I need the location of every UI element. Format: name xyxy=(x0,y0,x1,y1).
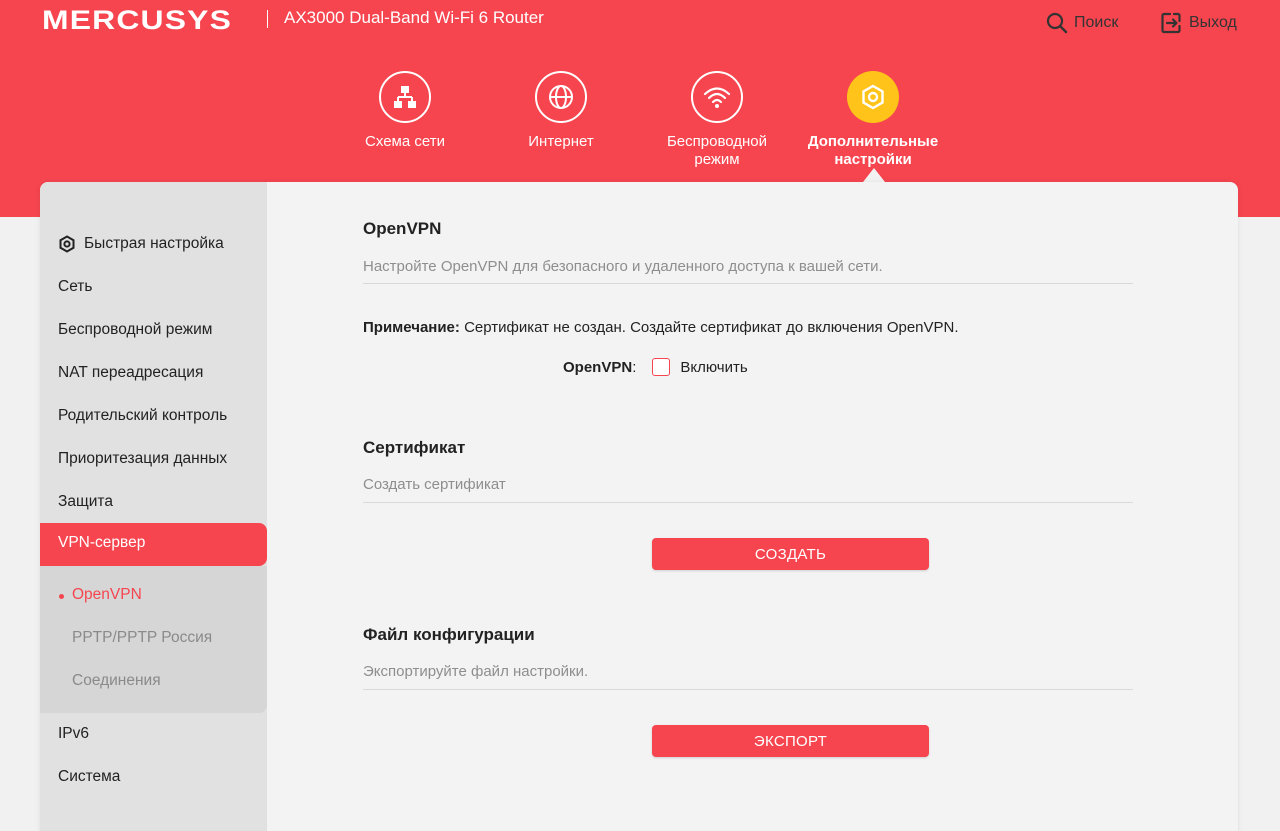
sidebar-item-parental-control[interactable]: Родительский контроль xyxy=(58,405,227,427)
sidebar-item-system[interactable]: Система xyxy=(58,766,120,788)
brand-logo[interactable]: MERCUSYS xyxy=(42,5,232,36)
certificate-section-title: Сертификат xyxy=(363,438,466,457)
config-section-title: Файл конфигурации xyxy=(363,625,535,644)
openvpn-field-label: OpenVPN xyxy=(563,358,633,376)
gear-icon xyxy=(862,84,884,110)
sidebar-item-wireless[interactable]: Беспроводной режим xyxy=(58,319,212,341)
sidebar-item-label: Система xyxy=(58,768,121,785)
nav-network-map-label: Схема сети xyxy=(365,133,445,150)
sidebar-item-ipv6[interactable]: IPv6 xyxy=(58,723,89,745)
sidebar-item-qos[interactable]: Приоритезация данных xyxy=(58,448,227,470)
nav-wireless-label: Беспроводной режим xyxy=(666,133,768,168)
enable-label[interactable]: Включить xyxy=(680,359,747,376)
export-config-button[interactable]: ЭКСПОРТ xyxy=(652,725,929,757)
sidebar-subitem-openvpn[interactable]: OpenVPN xyxy=(72,586,142,604)
field-colon: : xyxy=(632,358,637,376)
note-message: Сертификат не создан. Создайте сертифика… xyxy=(459,319,959,336)
note-text: Примечание: Сертификат не создан. Создай… xyxy=(363,319,959,336)
nav-advanced[interactable]: Дополнительные настройки xyxy=(803,71,943,169)
sidebar-item-label: Защита xyxy=(58,493,113,510)
active-nav-indicator xyxy=(863,168,885,182)
sidebar-item-label: Беспроводной режим xyxy=(58,321,213,338)
nav-network-map[interactable]: Схема сети xyxy=(335,71,475,151)
nav-internet[interactable]: Интернет xyxy=(491,71,631,151)
nav-advanced-circle xyxy=(847,71,899,123)
sidebar-item-label: Приоритезация данных xyxy=(58,450,228,467)
nav-wireless-circle xyxy=(691,71,743,123)
sidebar-item-label: NAT переадресация xyxy=(58,364,204,381)
openvpn-section-title: OpenVPN xyxy=(363,219,442,238)
globe-icon xyxy=(549,85,573,109)
vpn-submenu: OpenVPN PPTP/PPTP Россия Соединения xyxy=(40,566,267,713)
nav-internet-circle xyxy=(535,71,587,123)
wifi-icon xyxy=(703,87,731,108)
logout-button[interactable]: Выход xyxy=(1161,12,1237,34)
search-icon xyxy=(1046,12,1068,34)
sidebar-item-label: Быстрая настройка xyxy=(84,235,224,252)
sidebar: Быстрая настройка Сеть Беспроводной режи… xyxy=(40,182,267,831)
create-certificate-button[interactable]: СОЗДАТЬ xyxy=(652,538,929,570)
note-label: Примечание: xyxy=(363,319,460,336)
sidebar-subitem-connections[interactable]: Соединения xyxy=(72,672,161,690)
sidebar-item-network[interactable]: Сеть xyxy=(58,276,92,298)
sidebar-item-nat[interactable]: NAT переадресация xyxy=(58,362,203,384)
section-divider xyxy=(363,283,1133,284)
nav-advanced-label: Дополнительные настройки xyxy=(807,133,939,168)
search-button[interactable]: Поиск xyxy=(1046,12,1118,34)
logout-label: Выход xyxy=(1189,14,1237,31)
sidebar-item-label: Сеть xyxy=(58,278,93,295)
openvpn-enable-checkbox[interactable] xyxy=(652,358,671,376)
header-divider xyxy=(267,10,268,28)
search-label: Поиск xyxy=(1074,14,1119,31)
openvpn-section-subtitle: Настройте OpenVPN для безопасного и удал… xyxy=(363,258,883,275)
sidebar-item-label: VPN-сервер xyxy=(58,534,146,551)
sidebar-item-quick-setup[interactable]: Быстрая настройка xyxy=(58,233,224,255)
logout-icon xyxy=(1161,12,1181,34)
current-item-dot xyxy=(59,594,64,599)
nav-wireless[interactable]: Беспроводной режим xyxy=(647,71,787,169)
sidebar-subitem-pptp[interactable]: PPTP/PPTP Россия xyxy=(72,629,212,647)
main-panel: Быстрая настройка Сеть Беспроводной режи… xyxy=(40,182,1238,831)
sidebar-item-label: IPv6 xyxy=(58,725,90,742)
certificate-section-subtitle: Создать сертификат xyxy=(363,476,506,493)
section-divider xyxy=(363,689,1133,690)
network-map-icon xyxy=(394,86,416,108)
model-name: AX3000 Dual-Band Wi-Fi 6 Router xyxy=(284,8,544,27)
nav-internet-label: Интернет xyxy=(528,133,594,150)
nav-network-map-circle xyxy=(379,71,431,123)
sidebar-item-security[interactable]: Защита xyxy=(58,491,113,513)
config-section-subtitle: Экспортируйте файл настройки. xyxy=(363,663,589,680)
section-divider xyxy=(363,502,1133,503)
sidebar-item-vpn-server[interactable]: VPN-сервер xyxy=(40,523,267,566)
sidebar-item-label: Родительский контроль xyxy=(58,407,228,424)
openvpn-enable-row: OpenVPN: Включить xyxy=(563,358,748,376)
gear-icon xyxy=(59,235,75,253)
